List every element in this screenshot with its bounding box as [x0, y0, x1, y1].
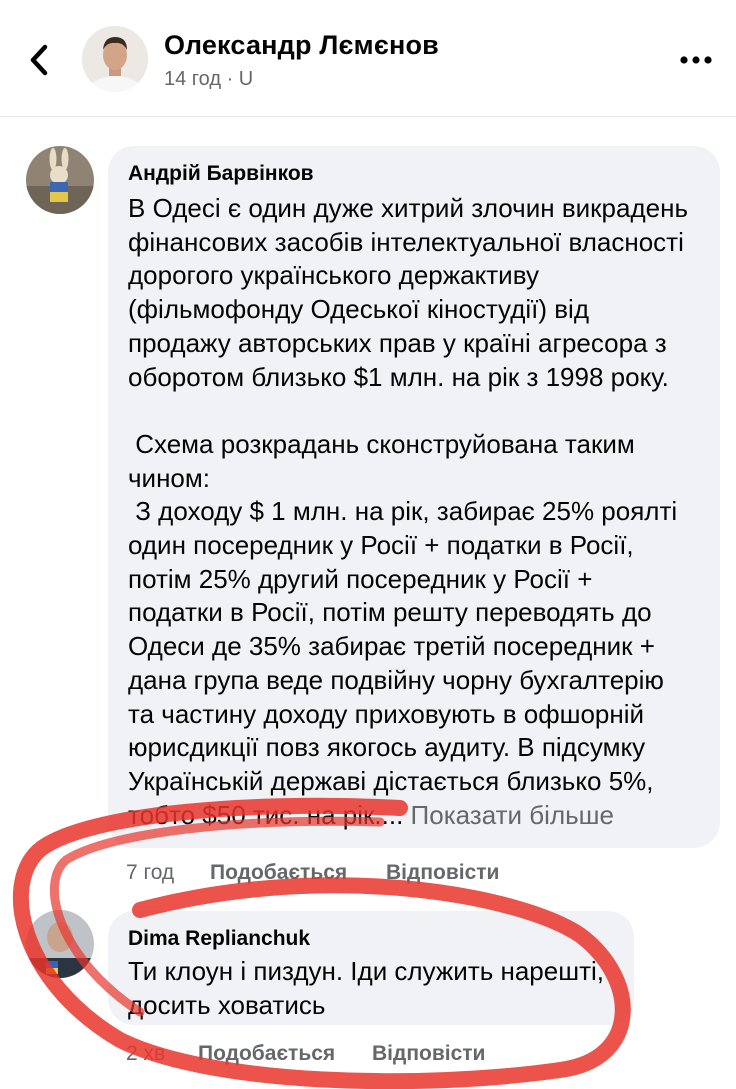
comment-time: 7 год [126, 861, 175, 884]
more-horizontal-icon [680, 56, 712, 64]
header-avatar[interactable] [82, 26, 148, 92]
comment-actions: 2 хв Подобається Відповісти [126, 1042, 626, 1070]
comment-text: В Одесі є один дуже хитрий злочин викрад… [128, 192, 708, 832]
comment-author[interactable]: Dima Replianchuk [128, 927, 310, 951]
chevron-left-icon [30, 44, 48, 76]
see-more-link[interactable]: Показати більше [411, 800, 614, 830]
comment-bubble: Андрій Барвінков В Одесі є один дуже хит… [108, 146, 720, 848]
post-header: Олександр Лємєнов 14 год · U [0, 0, 736, 117]
comment-text: Ти клоун і пиздун. Іди служить нарешті, … [128, 956, 604, 1020]
post-meta: 14 год · U [164, 68, 254, 90]
comment-body: В Одесі є один дуже хитрий злочин викрад… [128, 193, 689, 830]
commenter-avatar[interactable] [26, 910, 94, 978]
back-button[interactable] [26, 40, 52, 80]
reply-button[interactable]: Відповісти [372, 1042, 485, 1066]
comment-time: 2 хв [126, 1042, 166, 1065]
comment-actions: 7 год Подобається Відповісти [126, 861, 686, 889]
commenter-avatar[interactable] [26, 146, 94, 214]
reply-button[interactable]: Відповісти [386, 861, 499, 885]
comment-author[interactable]: Андрій Барвінков [128, 162, 314, 186]
like-button[interactable]: Подобається [210, 861, 347, 885]
more-options-button[interactable] [676, 48, 716, 72]
like-button[interactable]: Подобається [198, 1042, 335, 1066]
author-name[interactable]: Олександр Лємєнов [164, 30, 439, 61]
comment-bubble: Dima Replianchuk Ти клоун і пиздун. Іди … [108, 911, 634, 1025]
